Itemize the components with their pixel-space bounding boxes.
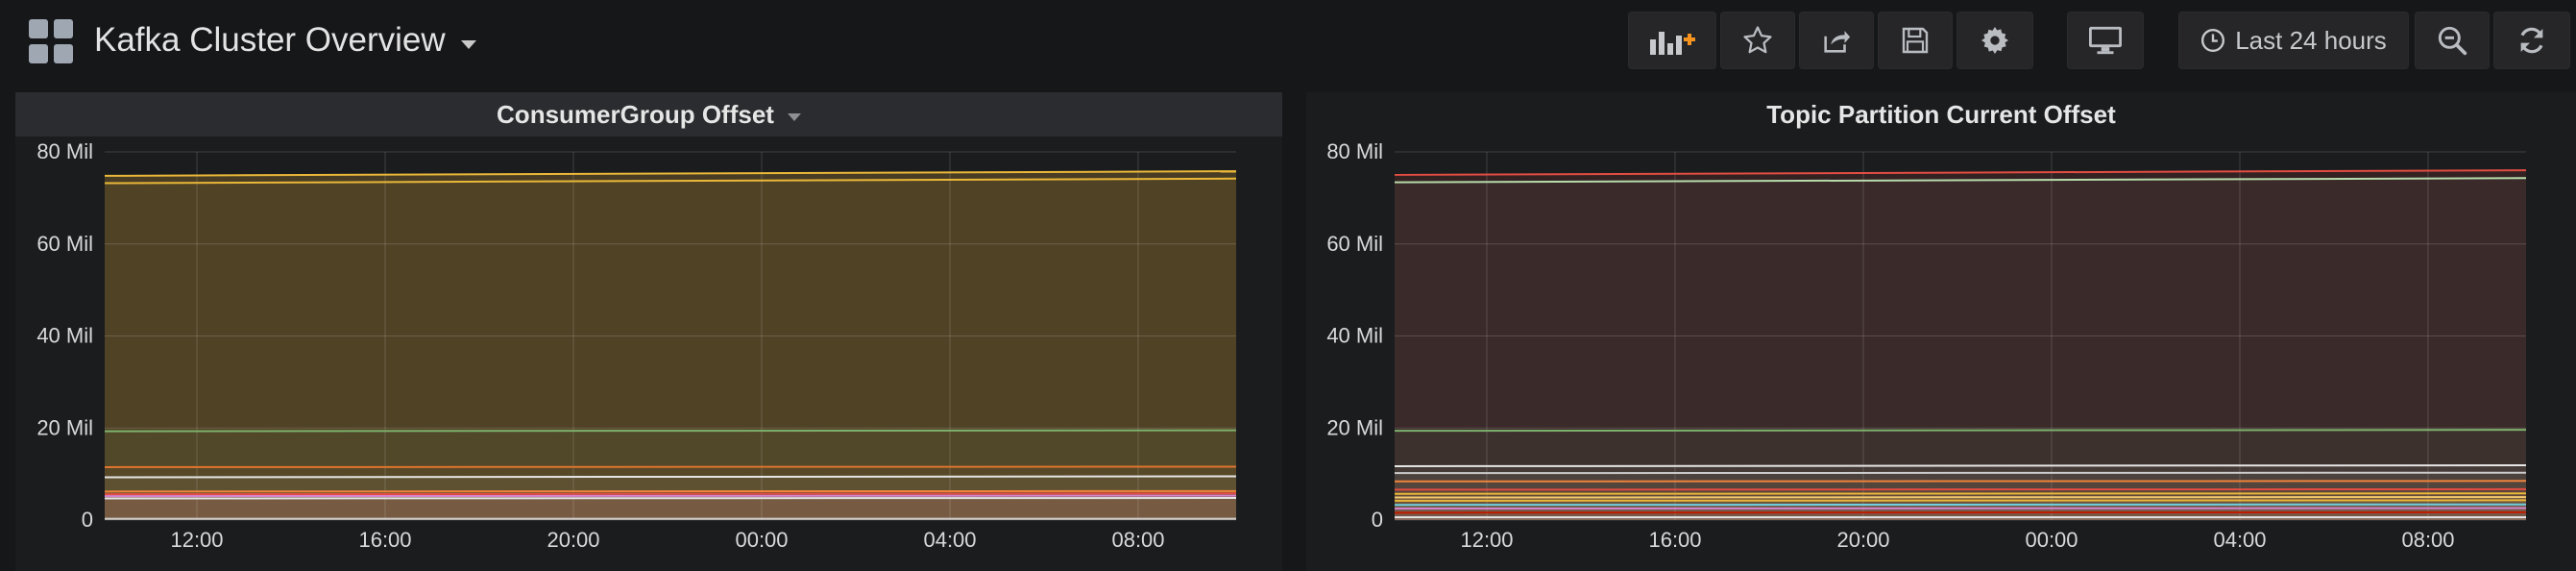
series-area: [105, 498, 1236, 520]
monitor-icon: [2089, 26, 2122, 55]
x-tick-label: 08:00: [1111, 528, 1164, 552]
consumergroup-offset-panel: ConsumerGroup Offset 0 20 Mil 40 Mil 60 Mil…: [15, 92, 1282, 571]
save-dashboard-button[interactable]: [1878, 12, 1953, 69]
y-tick-label: 40 Mil: [36, 324, 93, 348]
x-tick-label: 08:00: [2401, 528, 2454, 552]
y-tick-label: 40 Mil: [1326, 324, 1383, 348]
y-tick-label: 80 Mil: [1326, 139, 1383, 163]
series-line[interactable]: [104, 492, 1237, 496]
y-tick-label: 0: [1372, 508, 1383, 532]
zoom-out-icon: [2438, 26, 2467, 56]
y-tick-label: 80 Mil: [36, 139, 93, 163]
star-icon: [1743, 26, 1772, 54]
add-panel-button[interactable]: [1628, 12, 1716, 69]
x-tick-label: 20:00: [547, 528, 599, 552]
x-tick-label: 00:00: [735, 528, 788, 552]
topic-partition-offset-panel: Topic Partition Current Offset 0 20 Mil 40…: [1306, 92, 2576, 571]
y-tick-label: 20 Mil: [1326, 415, 1383, 439]
x-tick-label: 00:00: [2025, 528, 2078, 552]
star-dashboard-button[interactable]: [1720, 12, 1795, 69]
dashboard-grid-icon[interactable]: [29, 19, 75, 65]
topic-partition-offset-chart: 0 20 Mil 40 Mil 60 Mil 80 Mil 12:00 16:00 20:00…: [1326, 139, 2527, 552]
series-line[interactable]: [1394, 464, 2527, 467]
x-tick-label: 20:00: [1836, 528, 1889, 552]
series-line[interactable]: [104, 429, 1237, 433]
dashboard-navbar: Kafka Cluster Overview Last 24 hours: [0, 0, 2576, 81]
share-icon: [1824, 31, 1851, 53]
x-tick-label: 12:00: [1460, 528, 1513, 552]
save-icon: [1902, 27, 1929, 54]
zoom-out-button[interactable]: [2415, 12, 2490, 69]
series-line[interactable]: [104, 475, 1237, 479]
time-range-picker[interactable]: Last 24 hours: [2178, 12, 2409, 69]
x-tick-label: 04:00: [2213, 528, 2266, 552]
refresh-icon: [2520, 27, 2543, 54]
y-tick-label: 60 Mil: [1326, 232, 1383, 256]
share-dashboard-button[interactable]: [1799, 12, 1874, 69]
y-tick-label: 20 Mil: [36, 415, 93, 439]
view-mode-button[interactable]: [2067, 12, 2144, 69]
gear-icon: [1981, 27, 2008, 54]
x-tick-label: 12:00: [170, 528, 223, 552]
dashboard-picker[interactable]: Kafka Cluster Overview: [94, 15, 476, 65]
refresh-button[interactable]: [2493, 12, 2570, 69]
series-line[interactable]: [1394, 429, 2527, 433]
y-tick-label: 0: [82, 508, 93, 532]
x-tick-label: 16:00: [358, 528, 411, 552]
dashboard-title: Kafka Cluster Overview: [94, 21, 446, 59]
clock-icon: [2201, 28, 2225, 53]
settings-button[interactable]: [1956, 12, 2033, 69]
x-tick-label: 16:00: [1648, 528, 1701, 552]
x-tick-label: 04:00: [923, 528, 976, 552]
y-tick-label: 60 Mil: [36, 232, 93, 256]
add-panel-icon: [1650, 32, 1695, 55]
time-range-label: Last 24 hours: [2235, 25, 2387, 55]
consumergroup-offset-chart: 0 20 Mil 40 Mil 60 Mil 80 Mil 12:00 16:00 20:00…: [36, 139, 1237, 552]
caret-down-icon: [460, 39, 476, 49]
